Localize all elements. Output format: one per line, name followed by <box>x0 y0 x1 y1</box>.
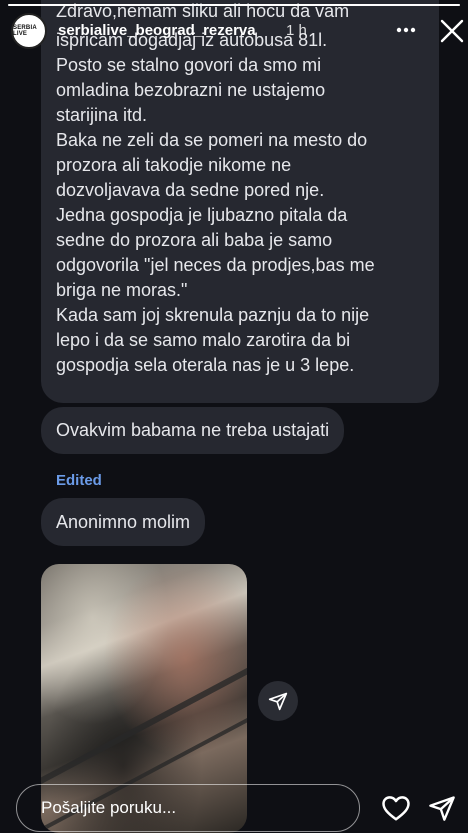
like-button[interactable] <box>381 794 411 822</box>
reply-input[interactable]: Pošaljite poruku... <box>16 784 360 832</box>
send-button[interactable] <box>428 794 458 824</box>
close-button[interactable] <box>437 16 467 46</box>
close-icon <box>440 19 464 43</box>
message-text-main: ispricam dogadjaj iz autobusa 81l. Posto… <box>56 28 436 378</box>
message-bubble-second: Ovakvim babama ne treba ustajati <box>41 407 345 454</box>
story-progress-bar <box>8 4 460 6</box>
message-line: omladina bezobrazni ne ustajemo <box>56 80 326 100</box>
story-viewer: Zdravo,nemam sliku ali hocu da vam ispri… <box>0 0 468 833</box>
share-icon <box>268 692 288 711</box>
reply-placeholder: Pošaljite poruku... <box>41 798 177 817</box>
send-icon <box>429 796 455 821</box>
message-line: prozora ali takodje nikome ne <box>56 155 292 175</box>
more-icon <box>396 27 416 33</box>
share-button[interactable] <box>258 681 298 721</box>
message-line: odgovorila "jel neces da prodjes,bas me <box>56 255 375 275</box>
time-ago: 1 h <box>286 22 307 39</box>
message-line: starijina itd. <box>56 105 148 125</box>
username[interactable]: serbialive_beograd_rezerva <box>58 22 256 39</box>
story-header: SERBIA LIVE serbialive_beograd_rezerva 1… <box>0 0 468 60</box>
heart-icon <box>382 796 410 821</box>
message-line: Jedna gospodja je ljubazno pitala da <box>56 205 348 225</box>
message-bubble-main: Zdravo,nemam sliku ali hocu da vam ispri… <box>41 0 439 403</box>
message-line: gospodja sela oterala nas je u 3 lepe. <box>56 355 355 375</box>
message-line: Baka ne zeli da se pomeri na mesto do <box>56 130 368 150</box>
more-button[interactable] <box>394 18 418 42</box>
avatar[interactable]: SERBIA LIVE <box>11 13 47 49</box>
message-bubble-third: Anonimno molim <box>41 498 206 546</box>
message-line: briga ne moras." <box>56 280 188 300</box>
message-line: dozvoljavava da sedne pored nje. <box>56 180 325 200</box>
edited-label: Edited <box>56 472 102 489</box>
message-line: Kada sam joj skrenula paznju da to nije <box>56 305 370 325</box>
message-line: lepo i da se samo malo zarotira da bi <box>56 330 351 350</box>
message-text-second: Ovakvim babama ne treba ustajati <box>56 420 330 440</box>
message-text-third: Anonimno molim <box>56 511 191 532</box>
message-line: sedne do prozora ali baba je samo <box>56 230 333 250</box>
story-progress-fill <box>8 4 460 6</box>
